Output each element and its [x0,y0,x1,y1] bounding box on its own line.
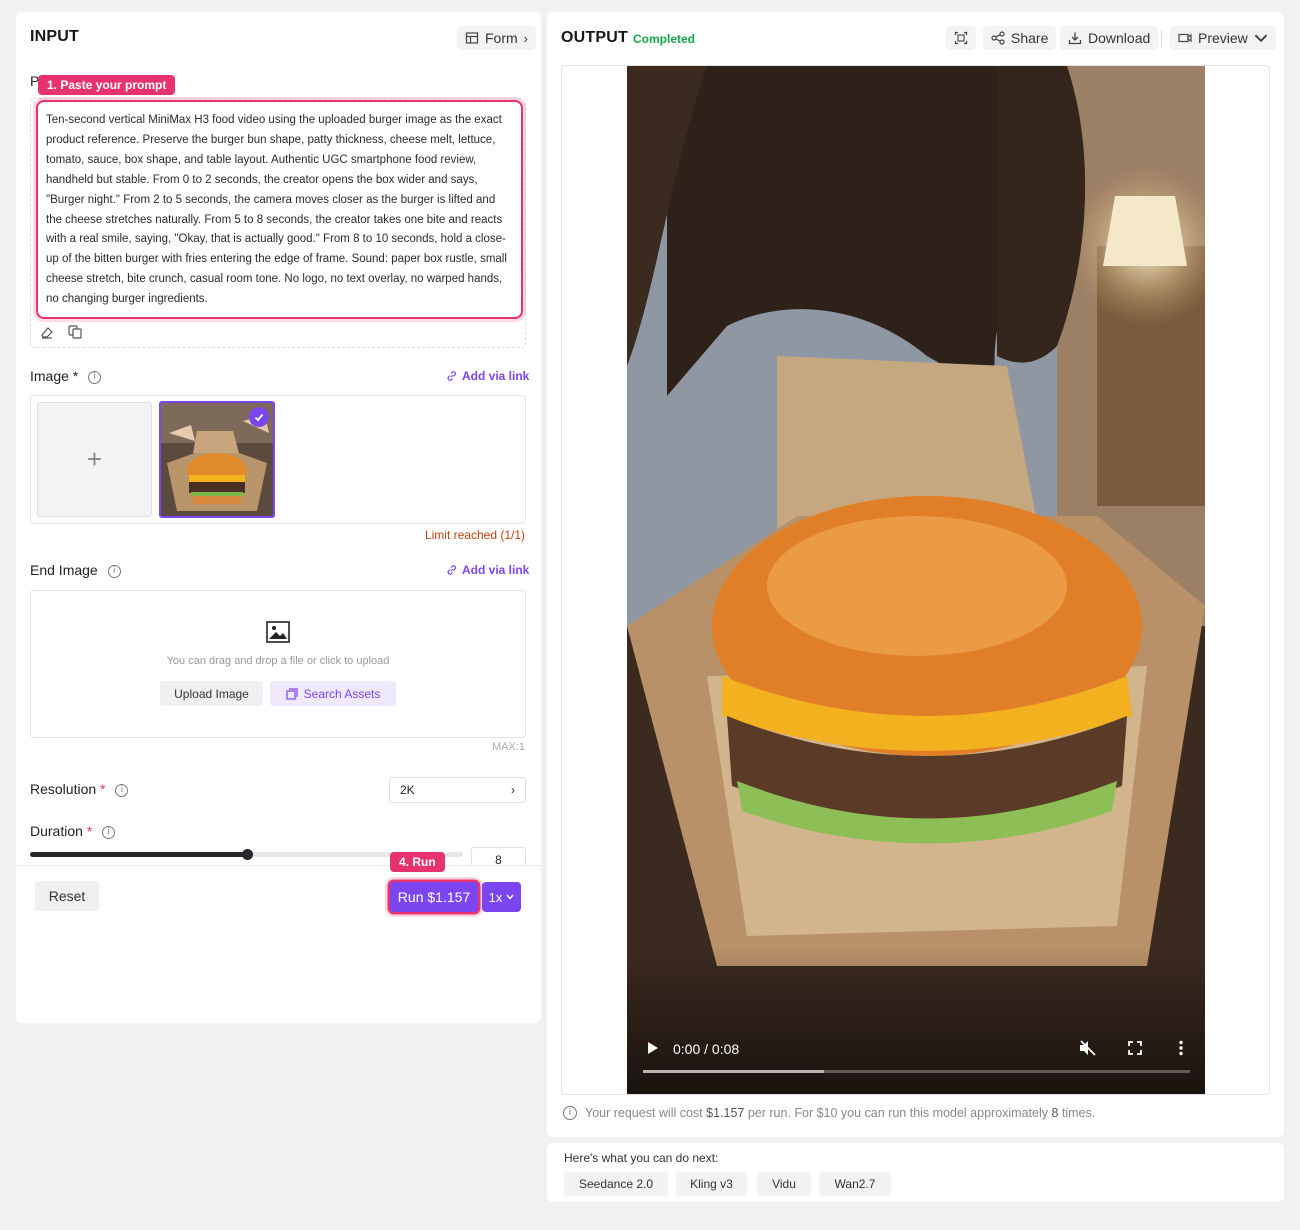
model-chip-seedance[interactable]: Seedance 2.0 [564,1172,668,1196]
image-label: Image * i [30,368,102,384]
add-image-button[interactable]: + [37,402,152,517]
duration-label: Duration * i [30,823,116,839]
download-icon [1068,32,1082,45]
upload-hint: You can drag and drop a file or click to… [166,655,390,667]
run-button[interactable]: Run $1.157 [390,882,478,912]
input-title: INPUT [30,28,79,45]
video-progress-bar[interactable] [643,1070,1190,1073]
share-label: Share [1011,30,1049,46]
share-button[interactable]: Share [983,26,1057,50]
status-badge: Completed [633,32,696,46]
plus-icon: + [86,444,103,474]
model-chip-wan[interactable]: Wan2.7 [819,1172,891,1196]
duration-slider-handle[interactable] [241,849,253,860]
model-chip-kling[interactable]: Kling v3 [676,1172,747,1196]
next-steps-title: Here's what you can do next: [564,1151,719,1165]
limit-reached-text: Limit reached (1/1) [424,528,525,542]
expand-icon [954,31,968,45]
selected-check-icon [249,407,269,427]
model-chip-vidu[interactable]: Vidu [757,1172,811,1196]
video-icon [1178,33,1192,43]
prompt-textarea[interactable]: Ten-second vertical MiniMax H3 food vide… [36,100,523,319]
play-icon[interactable] [647,1041,659,1055]
cost-note: i Your request will cost $1.157 per run.… [563,1106,1095,1120]
end-image-label: End Image i [30,562,121,578]
table-icon [465,32,479,44]
cost-prefix: Your request will cost [585,1106,707,1120]
output-title: OUTPUT [561,29,628,46]
chevron-down-icon [1254,34,1268,43]
info-icon[interactable]: i [107,564,121,578]
form-label: Form [485,30,518,46]
resolution-select[interactable]: 2K › [389,777,526,803]
reset-button[interactable]: Reset [35,881,99,911]
form-view-button[interactable]: Form › [457,26,537,50]
image-add-via-link[interactable]: Add via link [446,369,529,383]
toolbar-divider [1161,30,1162,47]
info-icon[interactable]: i [102,825,116,839]
burger-video-frame [627,66,1205,1094]
eraser-icon[interactable] [39,324,55,340]
download-label: Download [1088,30,1151,46]
cost-mid: per run. For $10 you can run this model … [744,1106,1052,1120]
cost-suffix: times. [1058,1106,1096,1120]
video-time: 0:00 / 0:08 [673,1041,740,1057]
add-via-link-text: Add via link [462,369,530,383]
image-placeholder-icon [266,621,290,643]
search-assets-button[interactable]: Search Assets [270,681,396,706]
link-icon [447,371,456,381]
search-assets-text: Search Assets [303,686,381,701]
cost-text: Your request will cost $1.157 per run. F… [585,1106,1095,1120]
cost-value: $1.157 [706,1106,745,1120]
multiplier-value: 1x [488,889,503,905]
info-icon[interactable]: i [88,370,102,384]
input-panel: INPUT Form › P 1. Paste your prompt Ten-… [16,12,541,1023]
end-image-label-text: End Image [30,562,98,578]
duration-label-text: Duration [30,823,83,839]
gallery-icon [286,687,298,700]
image-label-text: Image [30,368,69,384]
required-mark: * [72,368,79,384]
run-multiplier-dropdown[interactable]: 1x [482,882,521,912]
link-icon [447,565,456,575]
copy-icon[interactable] [67,324,83,340]
resolution-label-text: Resolution [30,781,97,797]
duration-slider-fill [30,852,247,857]
resolution-value: 2K [400,783,415,797]
share-icon [991,31,1005,45]
upload-image-button[interactable]: Upload Image [160,681,263,706]
fullscreen-button[interactable] [946,26,976,50]
info-icon: i [563,1106,577,1120]
output-video[interactable]: 0:00 / 0:08 [627,66,1205,1094]
fullscreen-icon[interactable] [1128,1041,1142,1055]
add-via-link-text: Add via link [462,563,530,577]
required-mark: * [86,823,93,839]
callout-paste-prompt: 1. Paste your prompt [38,75,176,95]
download-button[interactable]: Download [1060,26,1159,50]
chevron-right-icon: › [523,30,529,46]
preview-label: Preview [1198,30,1248,46]
next-steps-panel: Here's what you can do next: Seedance 2.… [547,1143,1284,1202]
callout-run: 4. Run [390,852,445,872]
info-icon[interactable]: i [115,783,129,797]
chevron-down-icon [506,894,514,900]
more-options-icon[interactable] [1178,1040,1184,1056]
mute-icon[interactable] [1079,1040,1097,1056]
resolution-label: Resolution * i [30,781,129,797]
end-image-add-via-link[interactable]: Add via link [446,563,529,577]
chevron-right-icon: › [511,783,515,797]
required-mark: * [100,781,106,797]
output-panel: OUTPUT Completed Share Download Preview [547,12,1284,1137]
preview-dropdown[interactable]: Preview [1170,26,1276,50]
max-count: MAX:1 [491,741,525,753]
video-buffer-bar [643,1070,824,1073]
